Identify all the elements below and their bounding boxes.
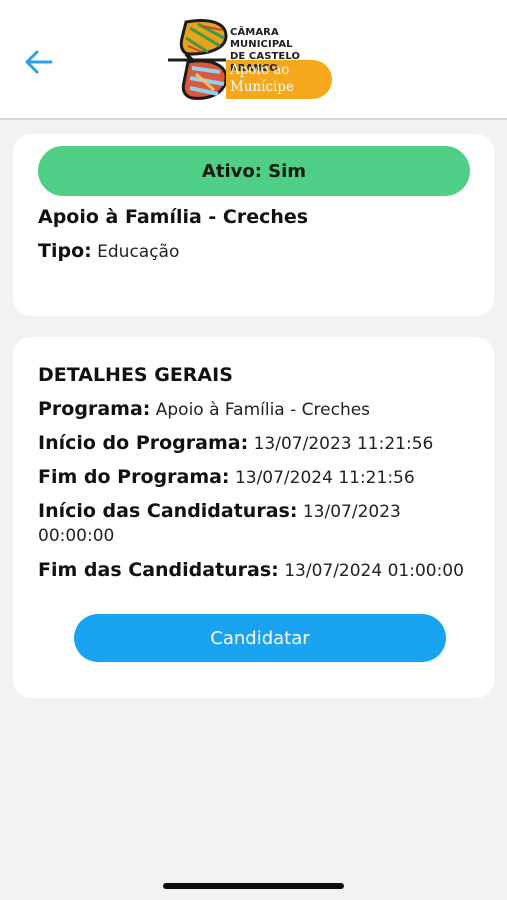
app-logo: CÂMARA MUNICIPAL DE CASTELO BRANCO Apoio… bbox=[168, 16, 344, 104]
apply-button[interactable]: Candidatar bbox=[74, 614, 446, 662]
detail-label: Fim das Candidaturas: bbox=[38, 559, 279, 581]
detail-value: 13/07/2024 01:00:00 bbox=[284, 561, 464, 581]
home-indicator[interactable] bbox=[163, 883, 344, 889]
app-header: CÂMARA MUNICIPAL DE CASTELO BRANCO Apoio… bbox=[0, 0, 507, 120]
details-heading: DETALHES GERAIS bbox=[38, 364, 233, 386]
detail-label: Início das Candidaturas: bbox=[38, 500, 298, 522]
back-button[interactable] bbox=[20, 44, 56, 80]
tipo-row: Tipo: Educação bbox=[38, 239, 179, 264]
status-badge: Ativo: Sim bbox=[38, 146, 470, 196]
tipo-value: Educação bbox=[97, 242, 180, 262]
detail-value: 13/07/2023 11:21:56 bbox=[253, 434, 434, 454]
tipo-label: Tipo: bbox=[38, 240, 92, 262]
detail-label: Programa: bbox=[38, 398, 151, 420]
logo-app-name: Apoio ao Munícipe bbox=[230, 62, 295, 95]
program-title: Apoio à Família - Creches bbox=[38, 206, 309, 228]
arrow-left-icon bbox=[25, 50, 53, 74]
detail-label: Fim do Programa: bbox=[38, 466, 230, 488]
detail-value: 13/07/2024 11:21:56 bbox=[234, 468, 415, 488]
detail-value: Apoio à Família - Creches bbox=[155, 400, 371, 420]
detail-label: Início do Programa: bbox=[38, 432, 249, 454]
summary-card: Ativo: Sim Apoio à Família - Creches Tip… bbox=[13, 134, 494, 316]
detail-row-fim-candidaturas: Fim das Candidaturas: 13/07/2024 01:00:0… bbox=[38, 558, 464, 583]
detail-row-programa: Programa: Apoio à Família - Creches bbox=[38, 397, 370, 422]
detail-row-fim-programa: Fim do Programa: 13/07/2024 11:21:56 bbox=[38, 465, 415, 490]
detail-row-inicio-programa: Início do Programa: 13/07/2023 11:21:56 bbox=[38, 431, 433, 456]
detail-row-inicio-candidaturas: Início das Candidaturas: 13/07/2023 00:0… bbox=[38, 499, 468, 548]
details-card: DETALHES GERAIS Programa: Apoio à Famíli… bbox=[13, 337, 494, 698]
